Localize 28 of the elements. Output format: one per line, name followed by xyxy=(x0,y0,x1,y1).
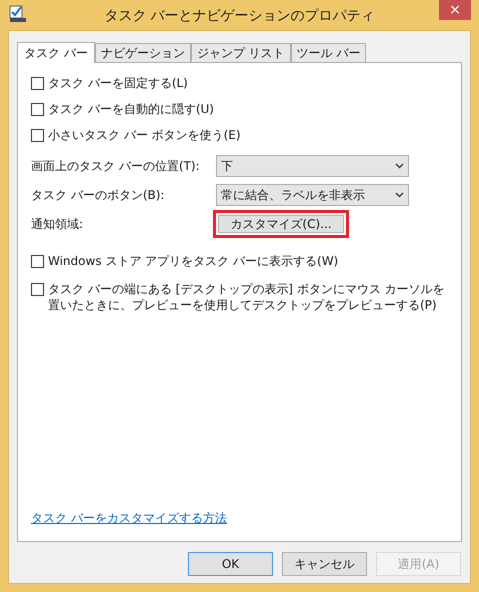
dropdown[interactable]: 常に結合、ラベルを非表示 xyxy=(216,184,409,206)
chevron-down-icon xyxy=(395,163,404,169)
tab[interactable]: ナビゲーション xyxy=(94,43,191,62)
checkbox[interactable] xyxy=(31,255,44,268)
tab[interactable]: タスク バー xyxy=(17,42,95,63)
dialog-button[interactable]: OK xyxy=(188,552,273,576)
chevron-down-icon xyxy=(395,192,404,198)
checkbox[interactable] xyxy=(31,77,44,90)
tab[interactable]: ツール バー xyxy=(290,43,366,62)
checkbox-label: タスク バーを固定する(L) xyxy=(48,75,188,91)
checkbox[interactable] xyxy=(31,129,44,142)
customize-button[interactable]: カスタマイズ(C)... xyxy=(218,215,344,233)
checkbox[interactable] xyxy=(31,283,44,296)
checkbox-label: 小さいタスク バー ボタンを使う(E) xyxy=(48,127,241,143)
setting-label: 通知領域: xyxy=(31,216,84,233)
dialog-button[interactable]: キャンセル xyxy=(282,552,367,576)
close-button[interactable]: × xyxy=(439,0,471,20)
taskbar-checkbox-icon xyxy=(9,5,27,23)
window-title: タスク バーとナビゲーションのプロパティ xyxy=(104,7,375,26)
checkbox[interactable] xyxy=(31,103,44,116)
dropdown[interactable]: 下 xyxy=(216,155,409,177)
checkbox-label: タスク バーを自動的に隠す(U) xyxy=(48,101,214,117)
setting-label: 画面上のタスク バーの位置(T): xyxy=(31,158,201,175)
tab[interactable]: ジャンプ リスト xyxy=(190,43,291,62)
checkbox-label: Windows ストア アプリをタスク バーに表示する(W) xyxy=(48,253,338,269)
setting-label: タスク バーのボタン(B): xyxy=(31,187,166,204)
checkbox-label: タスク バーの端にある [デスクトップの表示] ボタンにマウス カーソルを置いたときに、プレビューを使用してデスクトップをプレビューする(P) xyxy=(48,281,446,313)
help-link[interactable]: タスク バーをカスタマイズする方法 xyxy=(31,511,227,525)
